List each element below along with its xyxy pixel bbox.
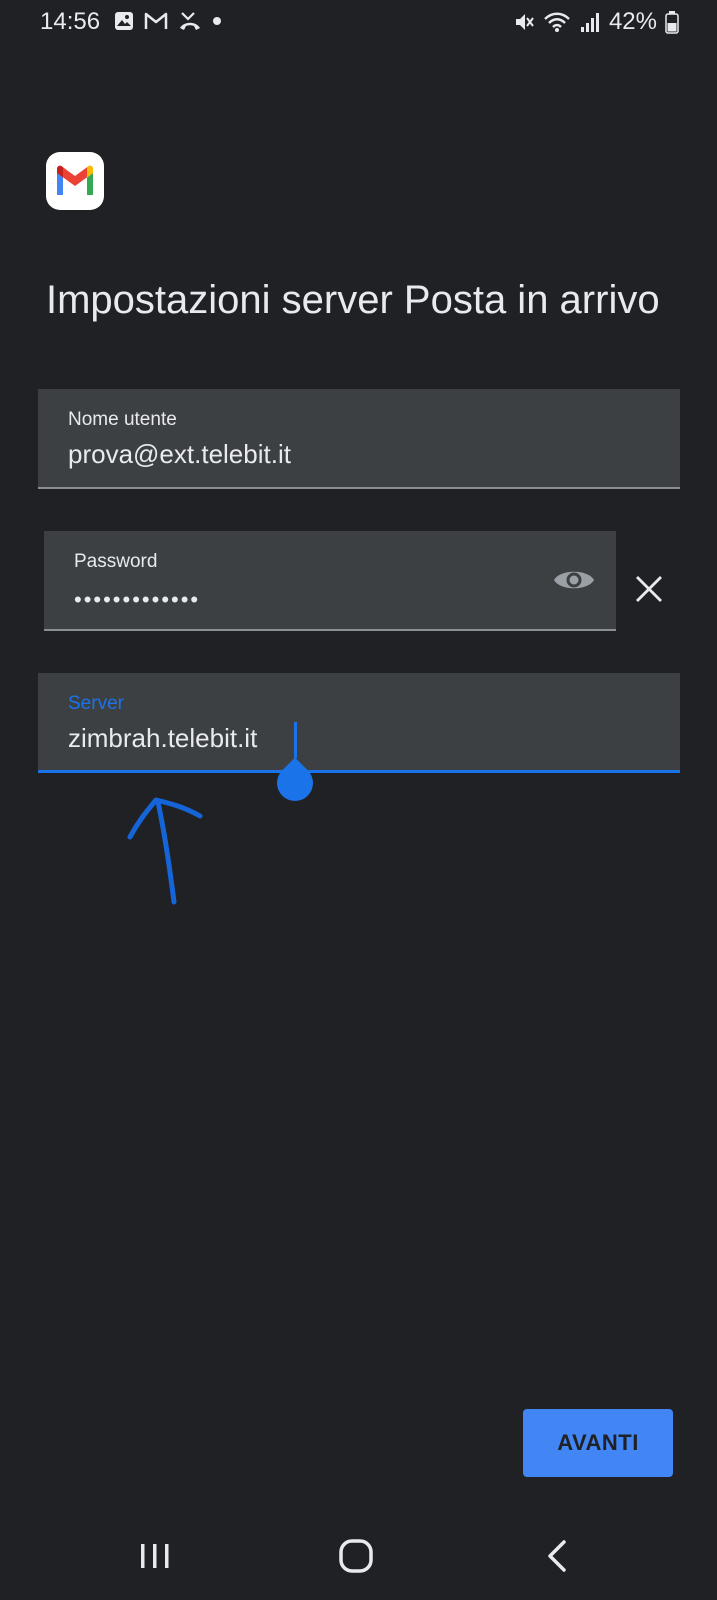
annotation-arrow-icon [127, 797, 203, 905]
missed-call-icon [180, 12, 200, 30]
mute-icon [515, 14, 534, 30]
status-bar: 14:56 42% [0, 0, 717, 48]
text-cursor [294, 722, 297, 758]
wifi-icon [544, 12, 570, 32]
recents-icon[interactable] [135, 1536, 175, 1576]
dot-icon [213, 17, 221, 25]
back-icon[interactable] [538, 1536, 578, 1576]
password-field[interactable]: Password ••••••••••••• [44, 531, 616, 631]
battery-percentage: 42% [608, 8, 657, 35]
battery-icon [665, 11, 679, 34]
status-system-icons: 42% [513, 8, 679, 36]
close-icon[interactable] [634, 574, 664, 604]
password-input[interactable]: ••••••••••••• [74, 587, 200, 613]
server-input[interactable]: zimbrah.telebit.it [68, 723, 257, 754]
username-input[interactable]: prova@ext.telebit.it [68, 439, 291, 470]
page-title: Impostazioni server Posta in arrivo [46, 277, 660, 322]
next-button[interactable]: AVANTI [523, 1409, 673, 1477]
eye-icon[interactable] [552, 564, 596, 596]
signal-icon [580, 13, 599, 32]
gmail-m-icon [57, 165, 93, 195]
server-label: Server [68, 693, 124, 714]
server-field[interactable]: Server zimbrah.telebit.it [38, 673, 680, 773]
username-label: Nome utente [68, 409, 177, 430]
gmail-notification-icon [144, 12, 168, 29]
status-notification-icons [114, 10, 222, 32]
gallery-icon [115, 12, 133, 30]
navigation-bar [0, 1510, 717, 1600]
username-field[interactable]: Nome utente prova@ext.telebit.it [38, 389, 680, 489]
status-time: 14:56 [40, 8, 101, 35]
password-label: Password [74, 551, 158, 572]
gmail-logo-icon [46, 152, 104, 210]
home-icon[interactable] [336, 1536, 376, 1576]
